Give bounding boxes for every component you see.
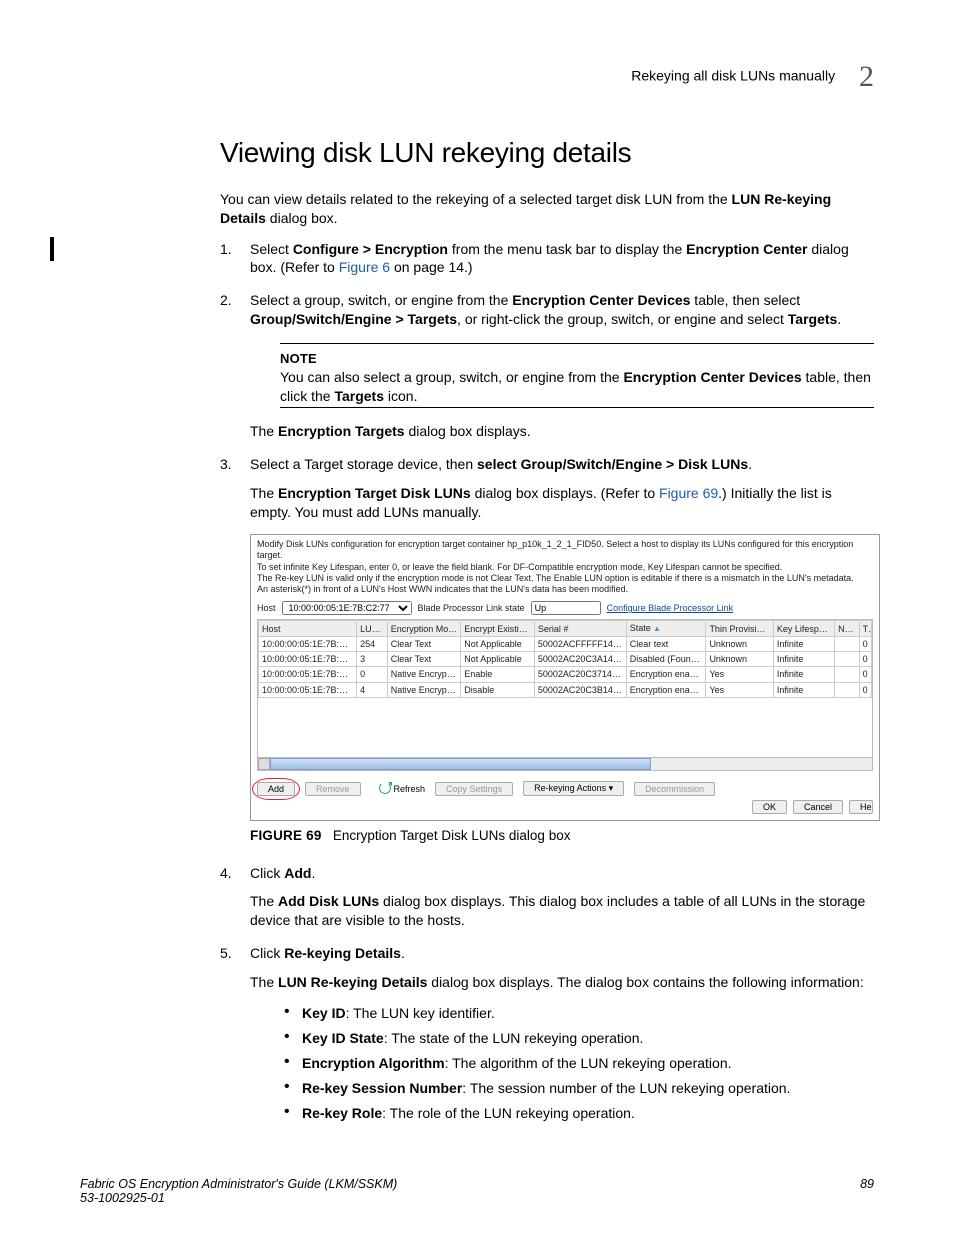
- step-4: Click Add. The Add Disk LUNs dialog box …: [220, 864, 874, 931]
- figure-69-screenshot: Modify Disk LUNs configuration for encry…: [250, 534, 880, 821]
- lun-table: Host LUN # Encryption Mode Encrypt Exist…: [257, 619, 873, 771]
- step-1: Select Configure > Encryption from the m…: [220, 240, 874, 278]
- field-rekey-role: Re-key Role: The role of the LUN rekeyin…: [280, 1104, 874, 1123]
- bp-state-label: Blade Processor Link state: [418, 602, 525, 614]
- remove-button[interactable]: Remove: [305, 782, 361, 796]
- step-4-result: The Add Disk LUNs dialog box displays. T…: [250, 892, 874, 930]
- dialog-description: Modify Disk LUNs configuration for encry…: [257, 539, 873, 595]
- refresh-icon: [379, 782, 391, 794]
- bp-state-value: [531, 601, 601, 615]
- note-text: You can also select a group, switch, or …: [280, 368, 874, 406]
- ok-button[interactable]: OK: [752, 800, 787, 814]
- col-mode[interactable]: Encryption Mode: [387, 621, 461, 637]
- table-row[interactable]: 10:00:00:05:1E:7B:C2:774Native Encryptio…: [259, 682, 872, 697]
- step-2: Select a group, switch, or engine from t…: [220, 291, 874, 441]
- field-key-id: Key ID: The LUN key identifier.: [280, 1004, 874, 1023]
- col-lun[interactable]: LUN #: [357, 621, 388, 637]
- link-figure-6[interactable]: Figure 6: [339, 259, 390, 275]
- scroll-left-icon[interactable]: [258, 758, 270, 770]
- col-state[interactable]: State: [626, 621, 706, 637]
- rekey-details-fields: Key ID: The LUN key identifier. Key ID S…: [280, 1004, 874, 1122]
- host-label: Host: [257, 602, 276, 614]
- change-bar: [50, 237, 54, 261]
- table-row[interactable]: 10:00:00:05:1E:7B:C2:77254Clear TextNot …: [259, 637, 872, 652]
- footer-doc-title: Fabric OS Encryption Administrator's Gui…: [80, 1177, 397, 1191]
- table-row[interactable]: 10:00:00:05:1E:7B:C2:770Native Encryptio…: [259, 667, 872, 682]
- step-5-result: The LUN Re-keying Details dialog box dis…: [250, 973, 874, 992]
- step-5: Click Re-keying Details. The LUN Re-keyi…: [220, 944, 874, 1122]
- step-2-result: The Encryption Targets dialog box displa…: [250, 422, 874, 441]
- scroll-thumb[interactable]: [270, 758, 651, 770]
- col-serial[interactable]: Serial #: [534, 621, 626, 637]
- chapter-number: 2: [859, 60, 874, 93]
- copy-settings-button[interactable]: Copy Settings: [435, 782, 513, 796]
- field-key-id-state: Key ID State: The state of the LUN rekey…: [280, 1029, 874, 1048]
- section-heading: Viewing disk LUN rekeying details: [220, 134, 874, 172]
- running-header: Rekeying all disk LUNs manually 2: [80, 60, 874, 94]
- decommission-button[interactable]: Decommission: [634, 782, 715, 796]
- rekeying-actions-button[interactable]: Re-keying Actions: [523, 781, 624, 796]
- page-footer: Fabric OS Encryption Administrator's Gui…: [80, 1177, 874, 1205]
- help-button[interactable]: He: [849, 800, 873, 814]
- col-next-rekey[interactable]: Next Re-key: [835, 621, 860, 637]
- table-header-row: Host LUN # Encryption Mode Encrypt Exist…: [259, 621, 872, 637]
- note-label: NOTE: [280, 350, 874, 368]
- figure-caption: FIGURE 69 Encryption Target Disk LUNs di…: [250, 827, 874, 845]
- add-button-highlight: Add: [257, 782, 295, 796]
- link-figure-69[interactable]: Figure 69: [659, 485, 718, 501]
- col-thin[interactable]: Thin Provision LUN: [706, 621, 773, 637]
- col-t[interactable]: T: [859, 621, 871, 637]
- col-host[interactable]: Host: [259, 621, 357, 637]
- refresh-button[interactable]: Refresh: [394, 784, 426, 794]
- field-encryption-algorithm: Encryption Algorithm: The algorithm of t…: [280, 1054, 874, 1073]
- col-lifespan[interactable]: Key Lifespan (days): [773, 621, 834, 637]
- intro-paragraph: You can view details related to the reke…: [220, 190, 874, 228]
- cancel-button[interactable]: Cancel: [793, 800, 843, 814]
- note-block: NOTE You can also select a group, switch…: [280, 343, 874, 408]
- host-select[interactable]: 10:00:00:05:1E:7B:C2:77: [282, 601, 412, 615]
- running-header-title: Rekeying all disk LUNs manually: [631, 68, 835, 84]
- add-button[interactable]: Add: [257, 782, 295, 796]
- field-rekey-session-number: Re-key Session Number: The session numbe…: [280, 1079, 874, 1098]
- step-3-result: The Encryption Target Disk LUNs dialog b…: [250, 484, 874, 522]
- col-encrypt[interactable]: Encrypt Existing Data: [461, 621, 535, 637]
- horizontal-scrollbar[interactable]: [258, 757, 872, 770]
- page-number: 89: [860, 1177, 874, 1191]
- configure-bp-link[interactable]: Configure Blade Processor Link: [607, 602, 734, 614]
- table-row[interactable]: 10:00:00:05:1E:7B:C2:773Clear TextNot Ap…: [259, 652, 872, 667]
- footer-doc-number: 53-1002925-01: [80, 1191, 397, 1205]
- step-3: Select a Target storage device, then sel…: [220, 455, 874, 845]
